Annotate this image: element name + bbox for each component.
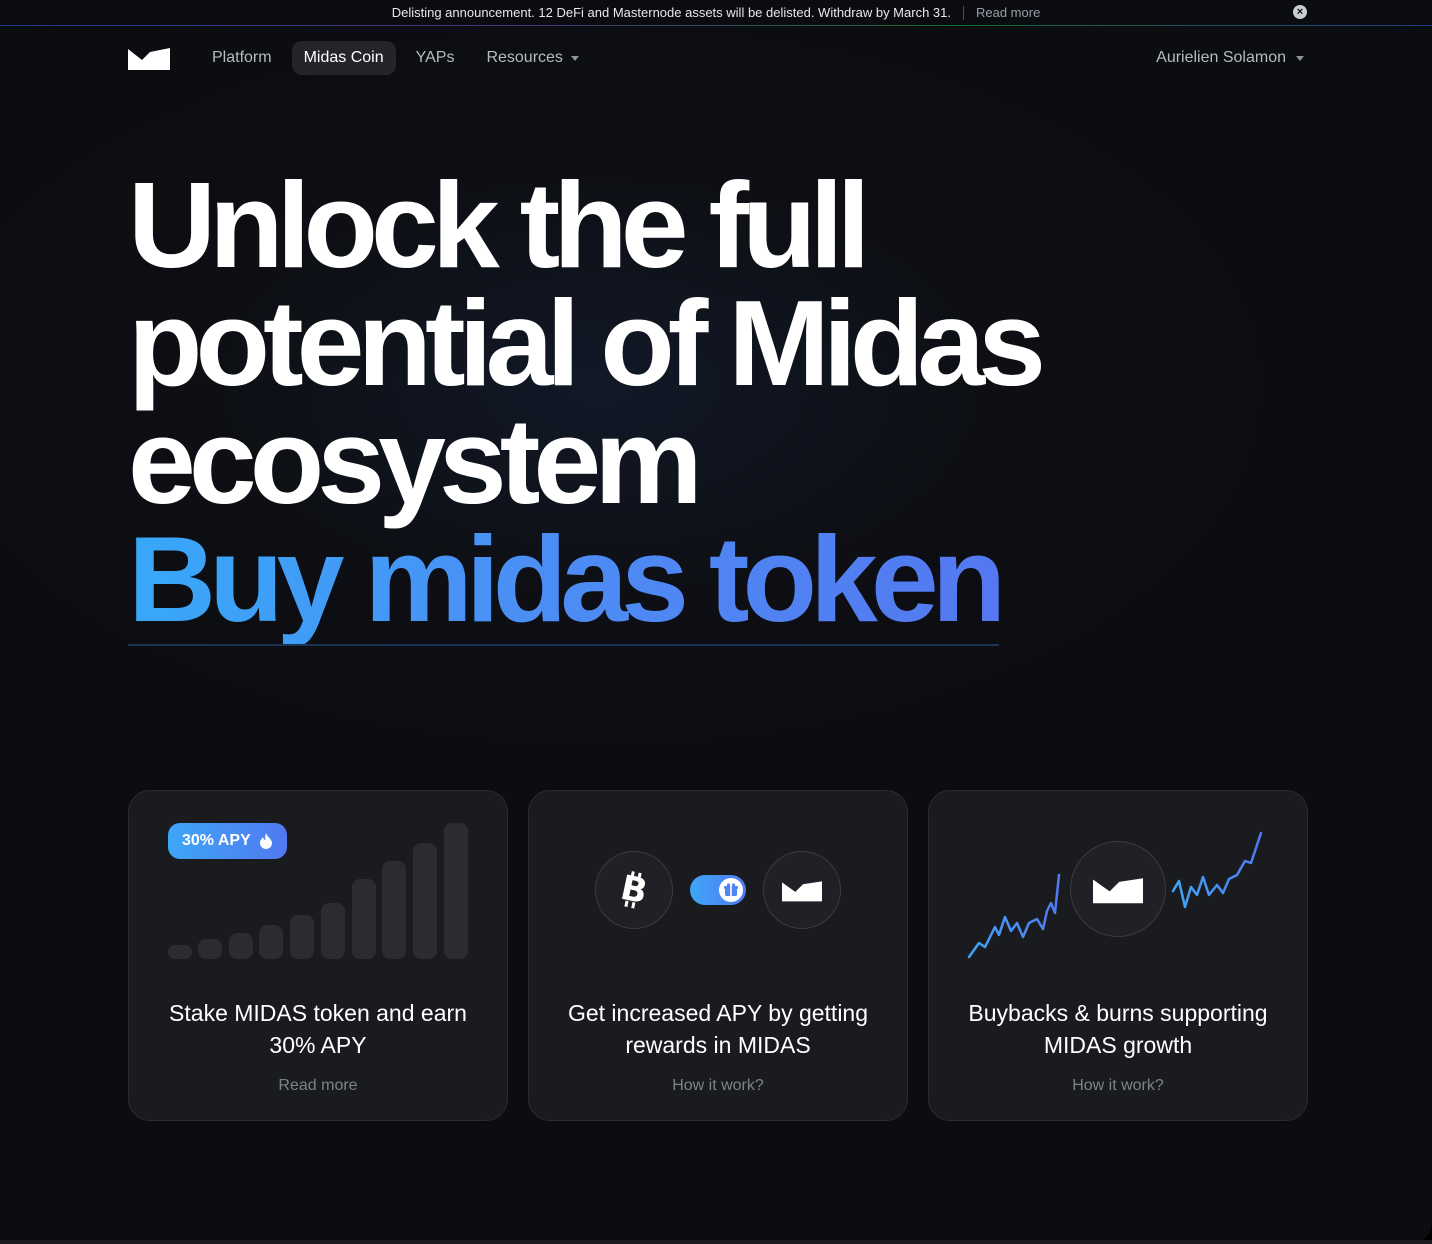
card-title: Get increased APY by getting rewards in …: [567, 1000, 869, 1058]
nav-item-label: Platform: [212, 49, 272, 66]
hero-headline: Unlock the full potential of Midas ecosy…: [128, 157, 1228, 646]
announcement-text: Delisting announcement. 12 DeFi and Mast…: [391, 5, 951, 20]
read-more-link[interactable]: Read more: [129, 1077, 507, 1095]
chevron-down-icon: [1296, 55, 1304, 61]
feature-cards: 30% APY Stake MIDAS token and earn 30% A…: [128, 790, 1308, 1121]
chevron-down-icon: [570, 55, 579, 61]
stake-card[interactable]: 30% APY Stake MIDAS token and earn 30% A…: [128, 790, 508, 1121]
user-name: Aurielien Solamon: [1156, 49, 1286, 66]
announcement-read-more-link[interactable]: Read more: [976, 5, 1040, 20]
buybacks-card[interactable]: Buybacks & burns supporting MIDAS growth…: [928, 790, 1308, 1121]
hero-line: Unlock the full: [128, 157, 870, 293]
gift-toggle-icon: [690, 875, 746, 905]
midas-logo-icon[interactable]: [128, 46, 170, 70]
user-menu[interactable]: Aurielien Solamon: [1156, 49, 1304, 67]
card-title: Buybacks & burns supporting MIDAS growth: [968, 1000, 1268, 1058]
bottom-strip: [0, 1240, 1432, 1244]
hero-line: potential of Midas: [128, 275, 1046, 411]
how-it-work-link[interactable]: How it work?: [929, 1077, 1307, 1095]
card-title: Stake MIDAS token and earn 30% APY: [169, 1000, 467, 1058]
bitcoin-icon: B: [595, 851, 673, 929]
nav-item-label: YAPs: [415, 49, 455, 66]
apy-badge: 30% APY: [168, 823, 287, 859]
midas-logo-icon: [1070, 841, 1166, 937]
close-icon[interactable]: ×: [1293, 5, 1307, 19]
nav-item-yaps[interactable]: YAPs: [404, 41, 467, 75]
main-panel: Platform Midas Coin YAPs Resources Aurie…: [0, 26, 1432, 1244]
flame-icon: [259, 833, 272, 849]
midas-logo-icon: [763, 851, 841, 929]
announcement-divider: [962, 5, 964, 20]
nav-item-resources[interactable]: Resources: [474, 41, 590, 75]
how-it-work-link[interactable]: How it work?: [529, 1077, 907, 1095]
gift-icon: [724, 883, 738, 896]
buy-midas-token-link[interactable]: Buy midas token: [128, 518, 1006, 646]
announcement-bar: Delisting announcement. 12 DeFi and Mast…: [0, 0, 1432, 25]
hero-line: ecosystem: [128, 393, 703, 529]
apy-badge-label: 30% APY: [182, 832, 251, 849]
nav-item-label: Midas Coin: [303, 49, 384, 66]
nav-item-midas-coin[interactable]: Midas Coin: [291, 41, 396, 75]
nav-item-platform[interactable]: Platform: [200, 41, 284, 75]
top-nav: Platform Midas Coin YAPs Resources Aurie…: [128, 40, 1304, 76]
rewards-card[interactable]: B Get increased APY by getting rewards i…: [528, 790, 908, 1121]
nav-item-label: Resources: [486, 49, 563, 66]
